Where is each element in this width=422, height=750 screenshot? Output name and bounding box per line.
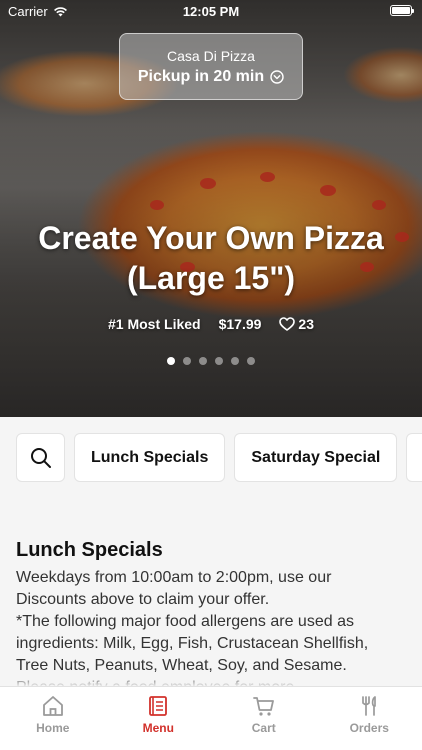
home-icon bbox=[42, 696, 63, 716]
carousel-dot[interactable] bbox=[199, 357, 207, 365]
title-line-2: (Large 15") bbox=[126, 260, 296, 296]
description-line: Discounts above to claim your offer. bbox=[16, 591, 270, 608]
section-title: Lunch Specials bbox=[16, 539, 163, 561]
description-line: *The following major food allergens are … bbox=[16, 613, 354, 630]
carousel-dot[interactable] bbox=[167, 357, 175, 365]
tab-cart[interactable]: Cart bbox=[211, 687, 317, 750]
carousel-dot[interactable] bbox=[215, 357, 223, 365]
cart-icon bbox=[252, 697, 274, 716]
battery-icon bbox=[390, 5, 414, 16]
category-chip-more[interactable] bbox=[406, 433, 422, 482]
search-icon bbox=[30, 447, 51, 468]
category-chip-saturday-special[interactable]: Saturday Special bbox=[234, 433, 398, 482]
category-bar[interactable]: Lunch Specials Saturday Special bbox=[16, 433, 422, 482]
carousel-pagination[interactable] bbox=[0, 357, 422, 365]
rank-label: #1 Most Liked bbox=[108, 316, 201, 332]
category-chip-lunch-specials[interactable]: Lunch Specials bbox=[74, 433, 226, 482]
tab-home-label: Home bbox=[36, 721, 70, 735]
menu-icon bbox=[149, 696, 168, 716]
heart-icon bbox=[279, 317, 296, 331]
status-bar: Carrier 12:05 PM bbox=[0, 0, 422, 22]
pickup-label: Pickup in 20 min bbox=[137, 68, 265, 85]
search-button[interactable] bbox=[16, 433, 65, 482]
carousel-dot[interactable] bbox=[183, 357, 191, 365]
description-line: ingredients: Milk, Egg, Fish, Crustacean… bbox=[16, 635, 369, 652]
section-description: Weekdays from 10:00am to 2:00pm, use our… bbox=[16, 567, 408, 687]
likes-number: 23 bbox=[298, 316, 314, 332]
utensils-icon bbox=[362, 696, 377, 716]
carousel-dot[interactable] bbox=[231, 357, 239, 365]
featured-item-title[interactable]: Create Your Own Pizza (Large 15") bbox=[0, 218, 422, 298]
title-line-1: Create Your Own Pizza bbox=[38, 220, 384, 256]
price-label: $17.99 bbox=[218, 316, 262, 332]
description-line: Tree Nuts, Peanuts, Wheat, Soy, and Sesa… bbox=[16, 657, 347, 674]
featured-item-meta: #1 Most Liked $17.99 23 bbox=[0, 316, 422, 332]
description-line: Weekdays from 10:00am to 2:00pm, use our bbox=[16, 569, 332, 586]
bottom-tab-bar: Home Menu Cart Orders bbox=[0, 686, 422, 750]
likes-count[interactable]: 23 bbox=[279, 316, 314, 332]
menu-section-lunch-specials: Lunch Specials Weekdays from 10:00am to … bbox=[16, 537, 408, 687]
chevron-down-circle-icon bbox=[270, 70, 284, 84]
store-pickup-selector[interactable]: Casa Di Pizza Pickup in 20 min bbox=[119, 33, 303, 100]
clock: 12:05 PM bbox=[182, 4, 240, 19]
tab-menu-label: Menu bbox=[142, 721, 174, 735]
tab-cart-label: Cart bbox=[251, 721, 276, 735]
tab-home[interactable]: Home bbox=[0, 687, 106, 750]
carousel-dot[interactable] bbox=[247, 357, 255, 365]
store-name: Casa Di Pizza bbox=[167, 48, 255, 64]
tab-orders-label: Orders bbox=[349, 721, 389, 735]
pickup-time: Pickup in 20 min bbox=[120, 68, 302, 86]
tab-menu[interactable]: Menu bbox=[106, 687, 212, 750]
tab-orders[interactable]: Orders bbox=[317, 687, 422, 750]
